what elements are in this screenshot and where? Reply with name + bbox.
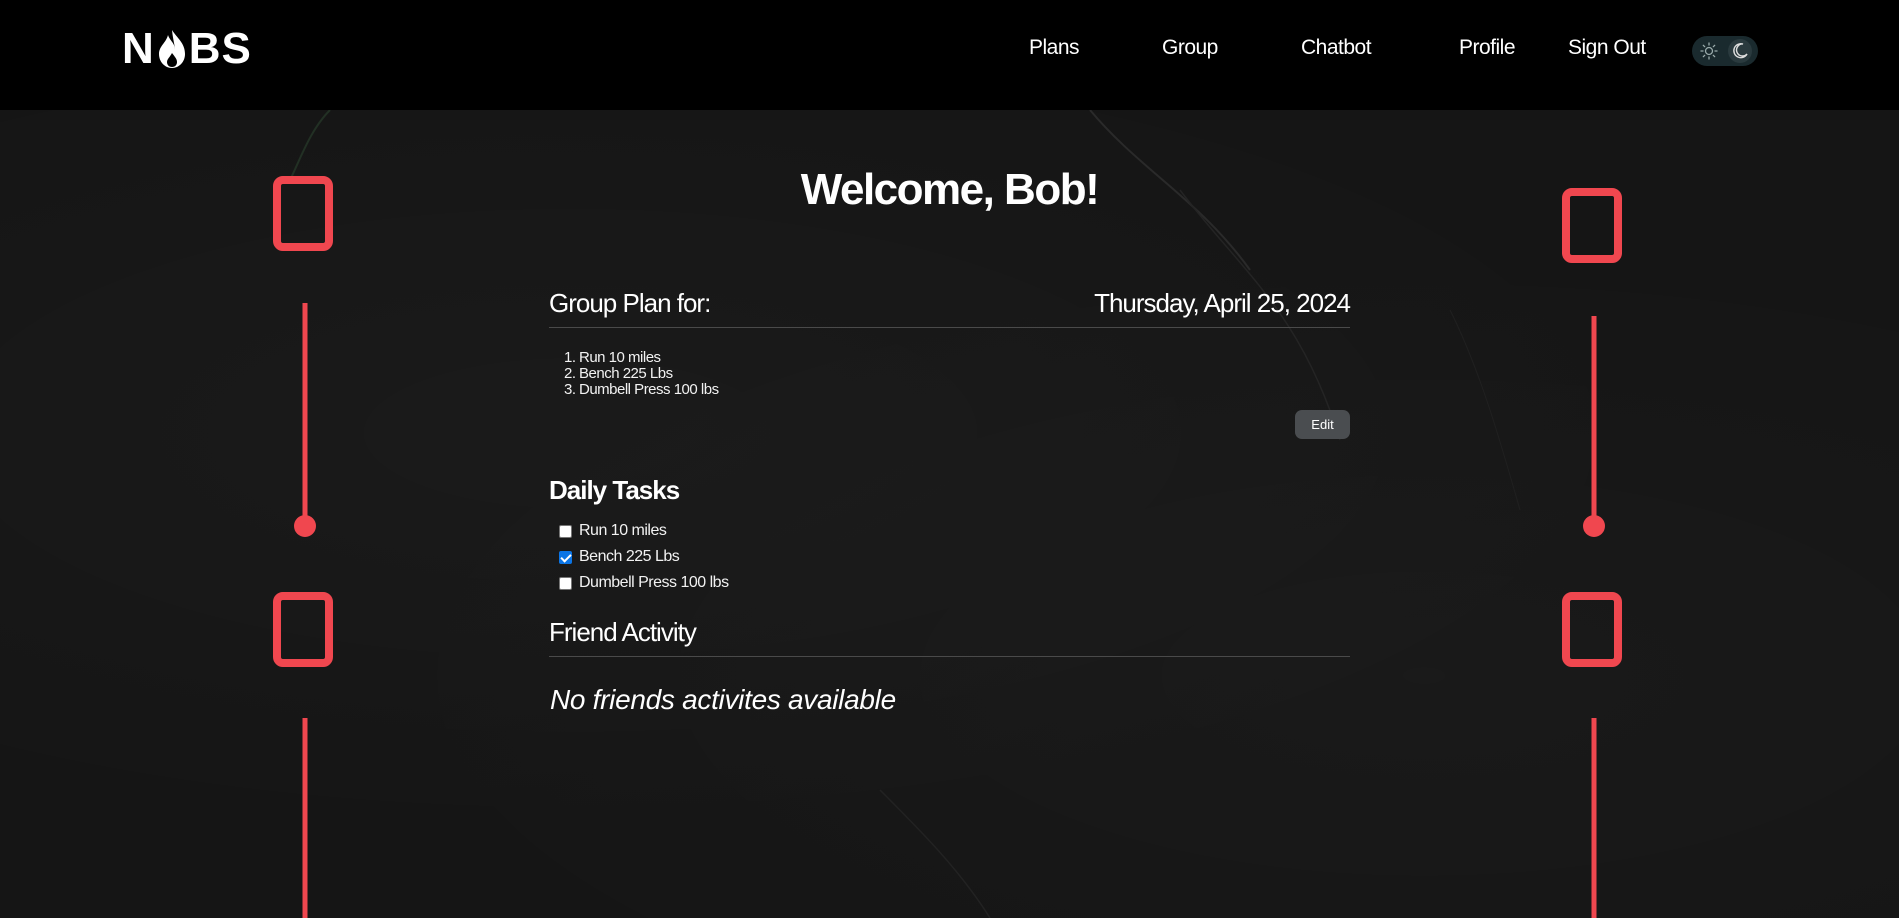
plan-item: 2. Bench 225 Lbs xyxy=(564,365,719,382)
group-plan-header: Group Plan for: Thursday, April 25, 2024 xyxy=(549,288,1351,328)
plan-item-text: Run 10 miles xyxy=(579,349,661,366)
logo-letter-n: N xyxy=(122,24,155,73)
task-checkbox[interactable] xyxy=(559,576,572,590)
plan-item-text: Bench 225 Lbs xyxy=(579,365,673,382)
nav-plans-link[interactable]: Plans xyxy=(1029,36,1080,60)
friend-activity-heading: Friend Activity xyxy=(549,617,697,647)
task-label: Run 10 miles xyxy=(579,522,667,539)
task-item: Dumbell Press 100 lbs xyxy=(559,574,729,592)
group-plan-date: Thursday, April 25, 2024 xyxy=(1094,288,1351,318)
task-checkbox[interactable] xyxy=(559,524,572,538)
flame-icon xyxy=(158,30,185,68)
moon-icon xyxy=(1733,42,1748,59)
task-item: Bench 225 Lbs xyxy=(559,548,680,566)
plan-item: 1. Run 10 miles xyxy=(564,349,719,366)
left-timeline-decoration xyxy=(273,176,333,918)
nav-chatbot-link[interactable]: Chatbot xyxy=(1301,36,1372,60)
plan-item: 3. Dumbell Press 100 lbs xyxy=(564,381,719,398)
nav-group-link[interactable]: Group xyxy=(1162,36,1218,60)
moon-knob xyxy=(1728,39,1752,63)
task-label: Dumbell Press 100 lbs xyxy=(579,574,729,591)
right-timeline-decoration xyxy=(1562,188,1622,918)
friend-activity-header: Friend Activity xyxy=(549,617,1350,657)
top-navbar: N BS Plans Group Chatbot Profile Sign Ou… xyxy=(0,0,1899,110)
nav-sign-out-link[interactable]: Sign Out xyxy=(1568,36,1646,60)
task-item: Run 10 miles xyxy=(559,522,667,540)
daily-tasks-heading: Daily Tasks xyxy=(549,475,680,505)
plan-item-number: 2. xyxy=(564,365,576,382)
plan-item-number: 1. xyxy=(564,349,576,366)
edit-plan-button[interactable]: Edit xyxy=(1295,410,1350,439)
nobs-logo[interactable]: N BS xyxy=(122,24,252,73)
sun-icon xyxy=(1700,42,1718,60)
group-plan-list: 1. Run 10 miles 2. Bench 225 Lbs 3. Dumb… xyxy=(564,349,719,398)
task-label: Bench 225 Lbs xyxy=(579,548,680,565)
plan-item-text: Dumbell Press 100 lbs xyxy=(579,381,719,398)
group-plan-label: Group Plan for: xyxy=(549,288,711,318)
no-friend-activity-message: No friends activites available xyxy=(550,684,896,715)
theme-toggle[interactable] xyxy=(1692,36,1758,66)
logo-letters-bs: BS xyxy=(188,24,252,73)
task-checkbox[interactable] xyxy=(559,550,572,564)
welcome-heading: Welcome, Bob! xyxy=(800,165,1100,214)
plan-item-number: 3. xyxy=(564,381,576,398)
nav-profile-link[interactable]: Profile xyxy=(1459,36,1516,60)
